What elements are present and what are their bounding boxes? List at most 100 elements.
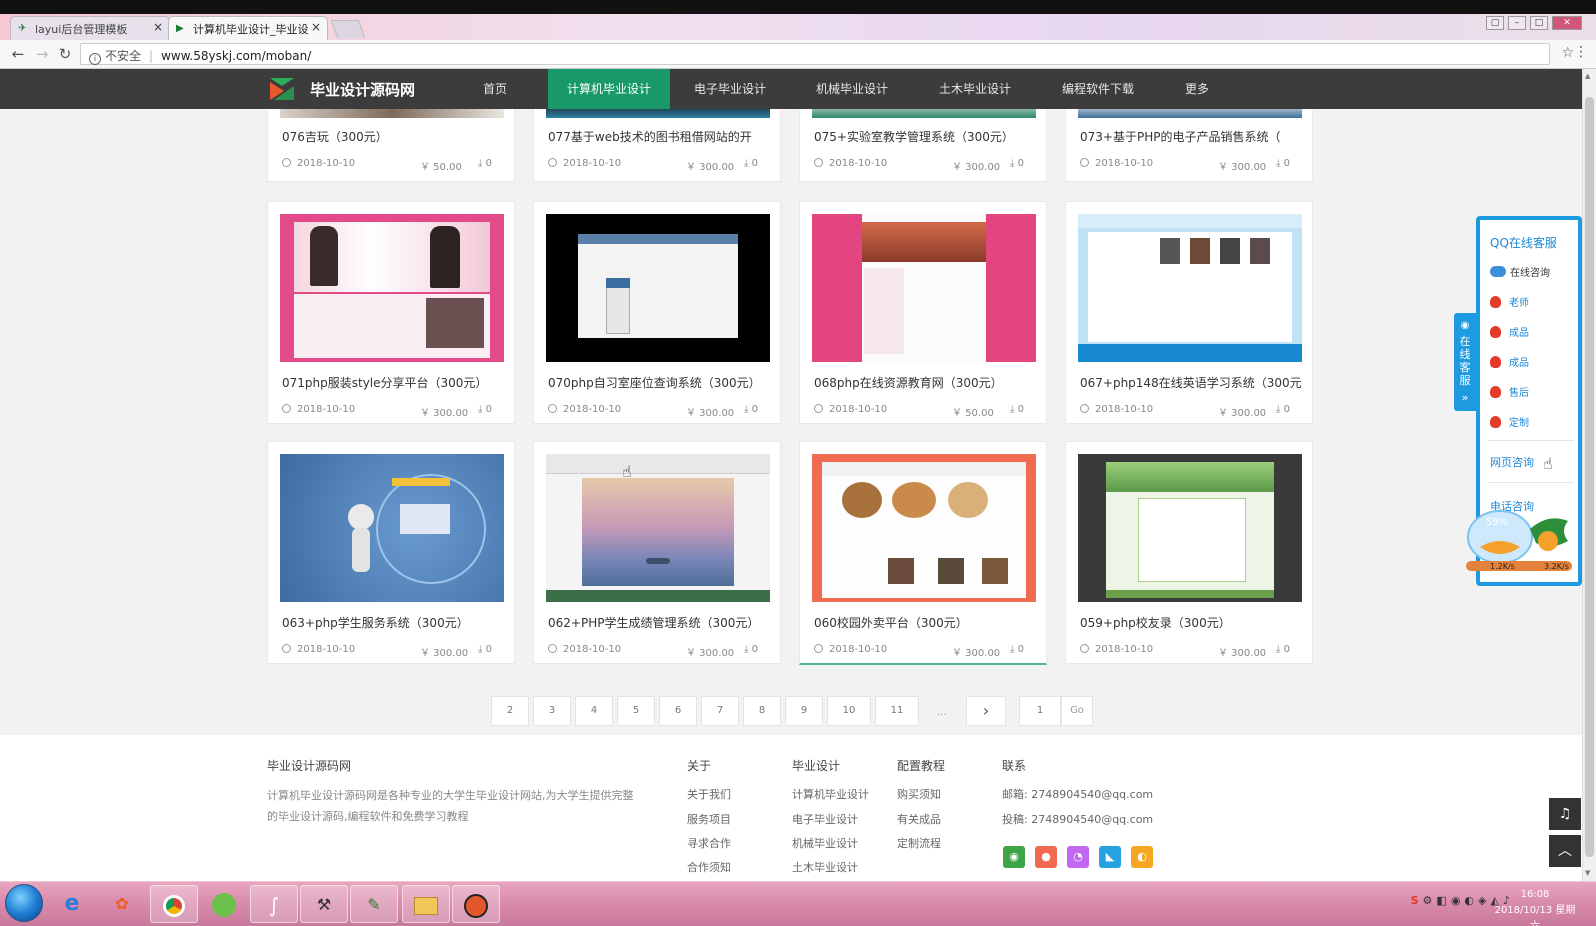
footer-contact-email[interactable]: 邮箱: 2748904540@qq.com [1002,786,1153,802]
footer-link-computer-design[interactable]: 计算机毕业设计 [792,786,869,802]
product-card[interactable]: 060校园外卖平台（300元） 2018-10-10 ￥ 300.00 ⤓ 0 [799,441,1047,665]
product-thumbnail[interactable] [1078,214,1302,362]
nav-software-download[interactable]: 编程软件下载 [1048,69,1148,109]
footer-link-custom-process[interactable]: 定制流程 [897,835,941,851]
page-button-11[interactable]: 11 [875,696,919,726]
settings-tray-icon[interactable]: ⚙ [1423,894,1437,907]
scroll-down-arrow-icon[interactable]: ▼ [1585,869,1590,877]
product-title[interactable]: 068php在线资源教育网（300元） [814,374,1036,391]
footer-link-civil-design[interactable]: 土木毕业设计 [792,859,858,875]
nav-computer-design[interactable]: 计算机毕业设计 [548,69,670,109]
product-title[interactable]: 060校园外卖平台（300元） [814,614,1036,631]
site-logo-text[interactable]: 毕业设计源码网 [310,79,415,100]
ie-browser-icon[interactable]: e [48,885,96,923]
social-weibo-icon[interactable]: ● [1035,846,1057,868]
product-title[interactable]: 070php自习室座位查询系统（300元） [548,374,770,391]
footer-link-services[interactable]: 服务项目 [687,811,731,827]
security-label[interactable]: 不安全 [105,49,141,63]
social-wechat-moments-icon[interactable]: ◉ [1003,846,1025,868]
nav-civil-design[interactable]: 土木毕业设计 [925,69,1025,109]
social-wechat-icon[interactable]: ◐ [1131,846,1153,868]
page-go-button[interactable]: Go [1061,696,1093,726]
notification-bell-icon[interactable]: ♫ [1549,798,1581,830]
social-rss-icon[interactable]: ◣ [1099,846,1121,868]
nav-more[interactable]: 更多 [1172,69,1222,109]
site-logo-icon[interactable] [270,78,294,100]
address-bar[interactable]: i 不安全 | www.58yskj.com/moban/ [80,43,1550,65]
product-card[interactable]: 067+php148在线英语学习系统（300元 2018-10-10 ￥ 300… [1065,201,1313,424]
browser-menu-icon[interactable]: ⋮ [1574,44,1588,60]
scroll-up-arrow-icon[interactable]: ▲ [1585,72,1590,80]
page-button-4[interactable]: 4 [575,696,613,726]
online-consult-link[interactable]: 在线咨询 [1490,264,1550,279]
product-card[interactable]: 070php自习室座位查询系统（300元） 2018-10-10 ￥ 300.0… [533,201,781,424]
product-card[interactable]: 071php服装style分享平台（300元） 2018-10-10 ￥ 300… [267,201,515,424]
forward-arrow-icon[interactable]: → [32,45,52,63]
footer-link-cooperation-notes[interactable]: 合作须知 [687,859,731,875]
footer-link-cooperation[interactable]: 寻求合作 [687,835,731,851]
footer-contact-submit[interactable]: 投稿: 2748904540@qq.com [1002,811,1153,827]
notepad-app-icon[interactable]: ✎ [350,885,398,923]
new-tab-button[interactable] [330,20,366,38]
online-service-tab[interactable]: ◉ 在线客服 » [1454,313,1476,411]
product-title[interactable]: 071php服装style分享平台（300元） [282,374,504,391]
footer-link-finished-products[interactable]: 有关成品 [897,811,941,827]
product-title[interactable]: 063+php学生服务系统（300元） [282,614,504,631]
product-thumbnail[interactable] [546,214,770,362]
product-title[interactable]: 077基于web技术的图书租借网站的开 [548,128,770,145]
product-title[interactable]: 075+实验室教学管理系统（300元） [814,128,1036,145]
page-button-7[interactable]: 7 [701,696,739,726]
close-tab-icon[interactable]: × [311,20,321,34]
back-arrow-icon[interactable]: ← [8,45,28,63]
back-to-top-button[interactable]: ︿ [1549,835,1581,867]
product-card[interactable]: 063+php学生服务系统（300元） 2018-10-10 ￥ 300.00 … [267,441,515,664]
window-close-button[interactable]: ✕ [1552,16,1582,30]
product-thumbnail[interactable] [812,214,1036,362]
product-thumbnail[interactable] [280,214,504,362]
qq-tray-icon[interactable]: ◐ [1464,894,1478,907]
qq-contact-product-1[interactable]: 成品 [1490,324,1529,339]
reload-icon[interactable]: ↻ [55,45,75,63]
page-scrollbar[interactable]: ▲ ▼ [1582,69,1596,881]
browser-tab-moban[interactable]: ▶ 计算机毕业设计_毕业设 × [168,16,328,40]
product-title[interactable]: 067+php148在线英语学习系统（300元 [1080,374,1302,391]
next-page-button[interactable]: › [966,696,1006,726]
color-flower-app-icon[interactable]: ✿ [98,885,146,923]
page-button-10[interactable]: 10 [827,696,871,726]
taskbar-clock[interactable]: 16:08 2018/10/13 星期六 [1490,887,1580,926]
security-tray-icon[interactable]: ◈ [1478,894,1490,907]
product-thumbnail[interactable] [546,454,770,602]
product-title[interactable]: 073+基于PHP的电子产品销售系统（ [1080,128,1302,145]
product-thumbnail[interactable] [1078,454,1302,602]
chrome-browser-icon[interactable] [150,885,198,923]
url-text[interactable]: www.58yskj.com/moban/ [161,49,311,63]
media-app-icon[interactable] [452,885,500,923]
nav-mechanical-design[interactable]: 机械毕业设计 [802,69,902,109]
browser-tab-layui[interactable]: ✈ layui后台管理模板 × [10,16,170,40]
qq-contact-product-2[interactable]: 成品 [1490,354,1529,369]
product-card[interactable]: 059+php校友录（300元） 2018-10-10 ￥ 300.00 ⤓ 0 [1065,441,1313,664]
page-button-6[interactable]: 6 [659,696,697,726]
footer-link-purchase-notes[interactable]: 购买须知 [897,786,941,802]
qq-contact-custom[interactable]: 定制 [1490,414,1529,429]
product-title[interactable]: 062+PHP学生成绩管理系统（300元） [548,614,770,631]
qq-contact-after-sales[interactable]: 售后 [1490,384,1529,399]
bookmark-star-icon[interactable]: ☆ [1561,45,1574,61]
editor-app-icon[interactable]: ∫ [250,885,298,923]
page-button-2[interactable]: 2 [491,696,529,726]
scrollbar-thumb[interactable] [1585,97,1594,857]
footer-link-electronic-design[interactable]: 电子毕业设计 [792,811,858,827]
qq-contact-teacher[interactable]: 老师 [1490,294,1529,309]
page-jump-input[interactable]: 1 [1019,696,1061,726]
product-thumbnail[interactable] [812,454,1036,602]
usb-tray-icon[interactable]: ◧ [1436,894,1450,907]
nav-home[interactable]: 首页 [470,69,520,109]
page-button-9[interactable]: 9 [785,696,823,726]
product-title[interactable]: 059+php校友录（300元） [1080,614,1302,631]
network-tray-icon[interactable]: ◉ [1451,894,1465,907]
web-consult-link[interactable]: 网页咨询 [1490,454,1534,470]
page-button-3[interactable]: 3 [533,696,571,726]
info-icon[interactable]: i [89,53,101,65]
window-maximize-button[interactable]: □ [1530,16,1548,30]
social-qq-icon[interactable]: ◔ [1067,846,1089,868]
